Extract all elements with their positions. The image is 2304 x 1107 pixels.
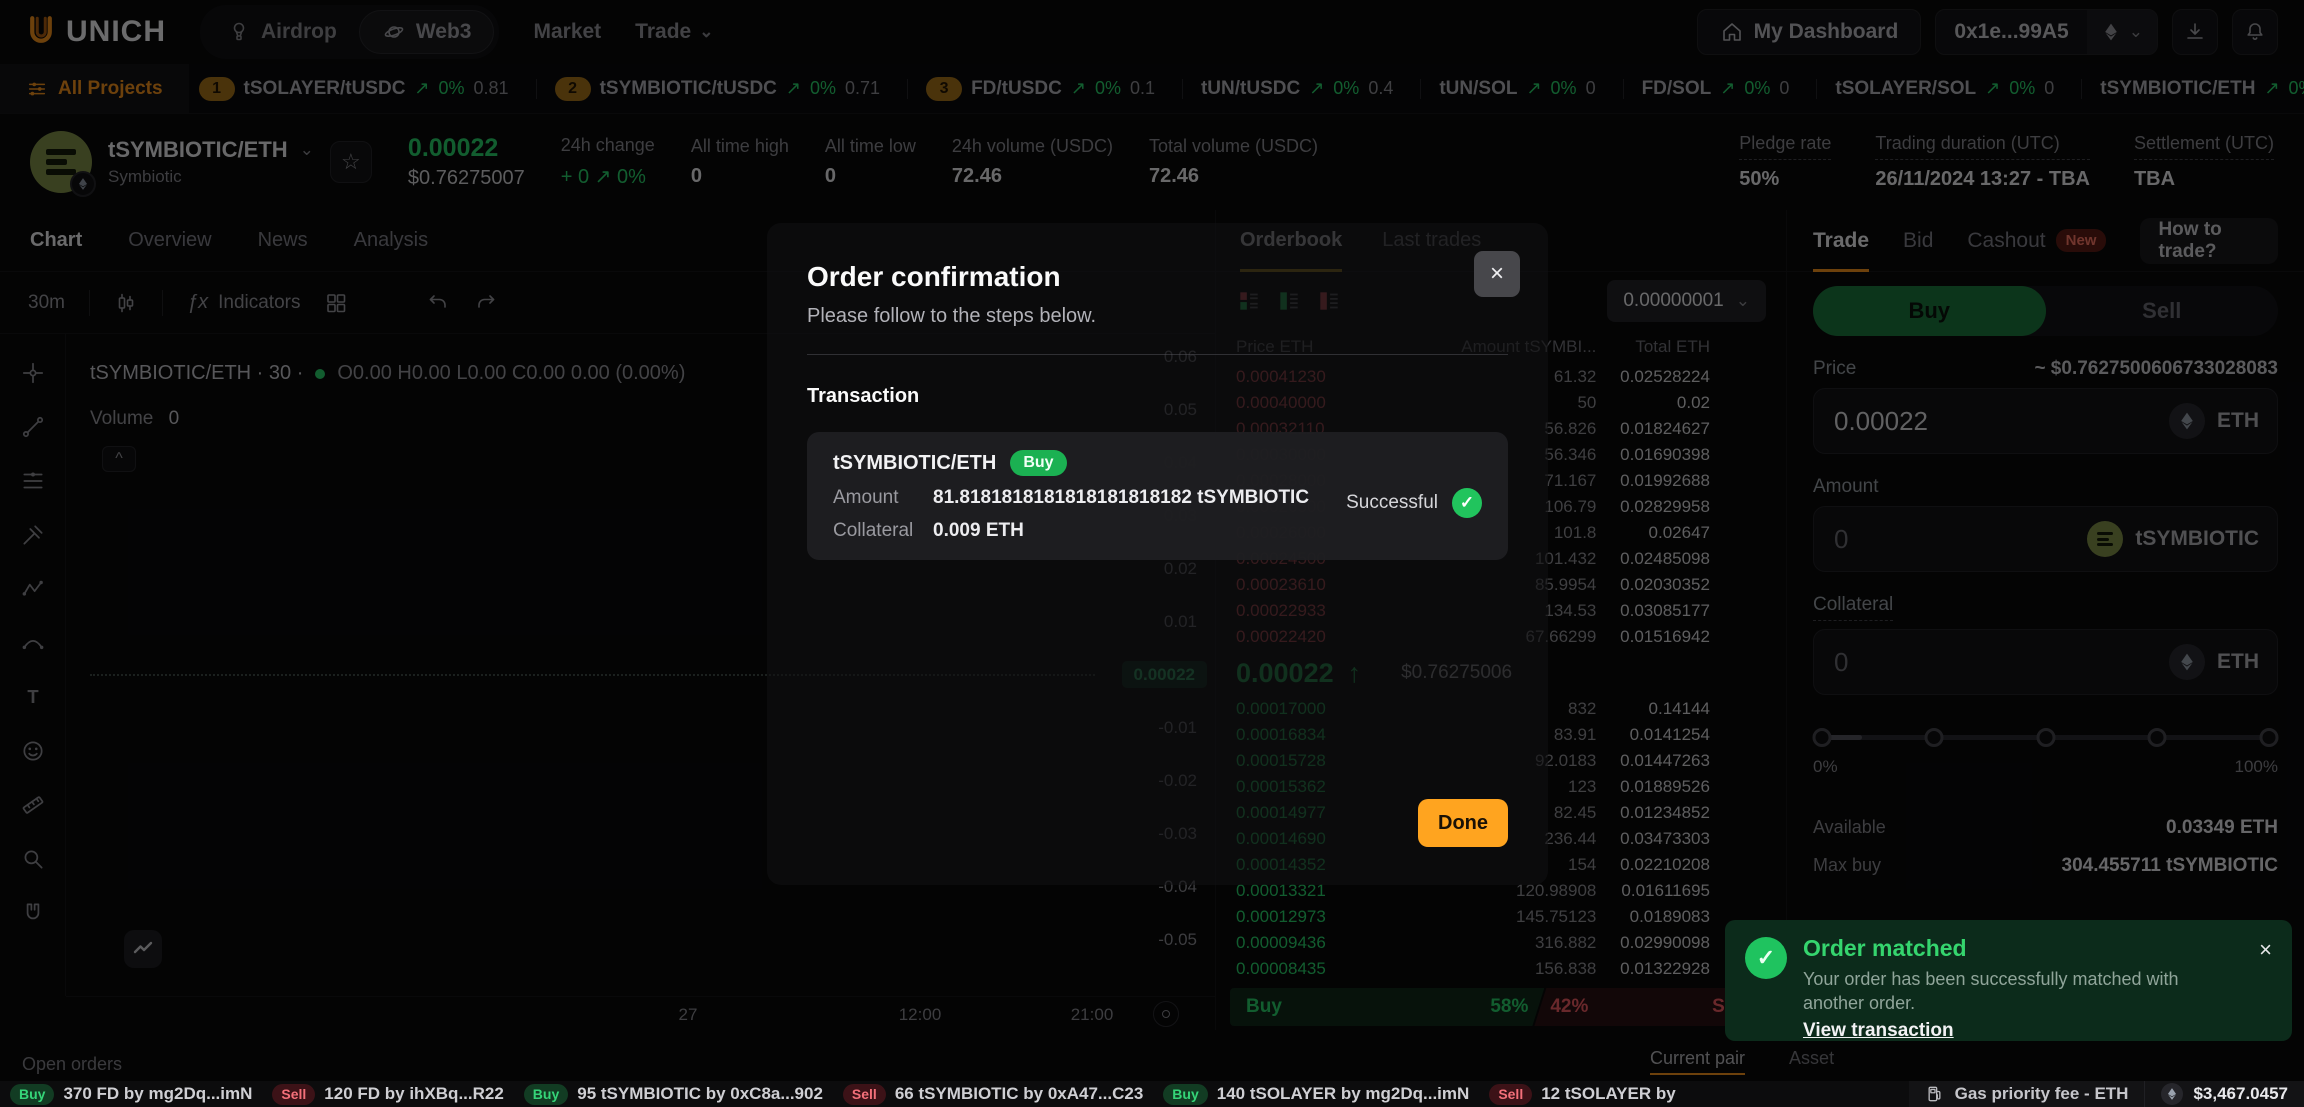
order-confirmation-modal: Order confirmation Please follow to the … — [767, 223, 1548, 885]
done-button[interactable]: Done — [1418, 799, 1508, 847]
trade-feed-item[interactable]: Sell 120 FD by ihXBq...R22 — [272, 1084, 503, 1105]
transaction-heading: Transaction — [807, 385, 1508, 408]
modal-title: Order confirmation — [807, 261, 1508, 293]
eth-icon — [2161, 1083, 2183, 1105]
success-check-icon: ✓ — [1452, 488, 1482, 518]
side-badge: Sell — [843, 1084, 886, 1105]
toast-close-button[interactable]: × — [2259, 939, 2272, 1026]
eth-price[interactable]: $3,467.0457 — [2144, 1081, 2304, 1107]
toast-title: Order matched — [1803, 935, 2243, 962]
trade-feed-item[interactable]: Sell 66 tSYMBIOTIC by 0xA47...C23 — [843, 1084, 1143, 1105]
modal-close-button[interactable]: × — [1474, 251, 1520, 297]
side-badge: Buy — [10, 1084, 54, 1105]
gas-pump-icon — [1925, 1084, 1945, 1104]
transaction-collateral-row: Collateral 0.009 ETH — [833, 520, 1482, 542]
trade-feed-item[interactable]: Sell 12 tSOLAYER by — [1489, 1084, 1675, 1105]
gas-fee-block: Gas priority fee - ETH $3,467.0457 — [1909, 1081, 2304, 1107]
close-icon: × — [1490, 260, 1504, 288]
close-icon: × — [2259, 937, 2272, 962]
side-badge: Buy — [524, 1084, 568, 1105]
transaction-card: tSYMBIOTIC/ETH Buy Amount 81.81818181818… — [807, 432, 1508, 560]
buy-badge: Buy — [1010, 450, 1066, 476]
gas-priority-fee[interactable]: Gas priority fee - ETH — [1909, 1081, 2145, 1107]
app-root: UNICH Airdrop Web3 Market Trade ⌄ My Das… — [0, 0, 2304, 1107]
success-check-icon: ✓ — [1745, 937, 1787, 979]
modal-subtitle: Please follow to the steps below. — [807, 305, 1508, 328]
transaction-pair: tSYMBIOTIC/ETH — [833, 452, 996, 475]
toast-message: Your order has been successfully matched… — [1803, 968, 2243, 1016]
transaction-status: Successful ✓ — [1346, 488, 1482, 518]
side-badge: Buy — [1163, 1084, 1207, 1105]
order-matched-toast: ✓ Order matched Your order has been succ… — [1725, 920, 2292, 1041]
view-transaction-link[interactable]: View transaction — [1803, 1020, 1954, 1042]
trade-feed-item[interactable]: Buy 370 FD by mg2Dq...imN — [10, 1084, 252, 1105]
trade-feed-list: Buy 370 FD by mg2Dq...imN Sell 120 FD by… — [10, 1084, 1676, 1105]
trade-feed-item[interactable]: Buy 140 tSOLAYER by mg2Dq...imN — [1163, 1084, 1469, 1105]
trade-feed-item[interactable]: Buy 95 tSYMBIOTIC by 0xC8a...902 — [524, 1084, 823, 1105]
side-badge: Sell — [1489, 1084, 1532, 1105]
bottom-trade-feed: Buy 370 FD by mg2Dq...imN Sell 120 FD by… — [0, 1081, 2304, 1107]
divider — [807, 354, 1508, 355]
side-badge: Sell — [272, 1084, 315, 1105]
